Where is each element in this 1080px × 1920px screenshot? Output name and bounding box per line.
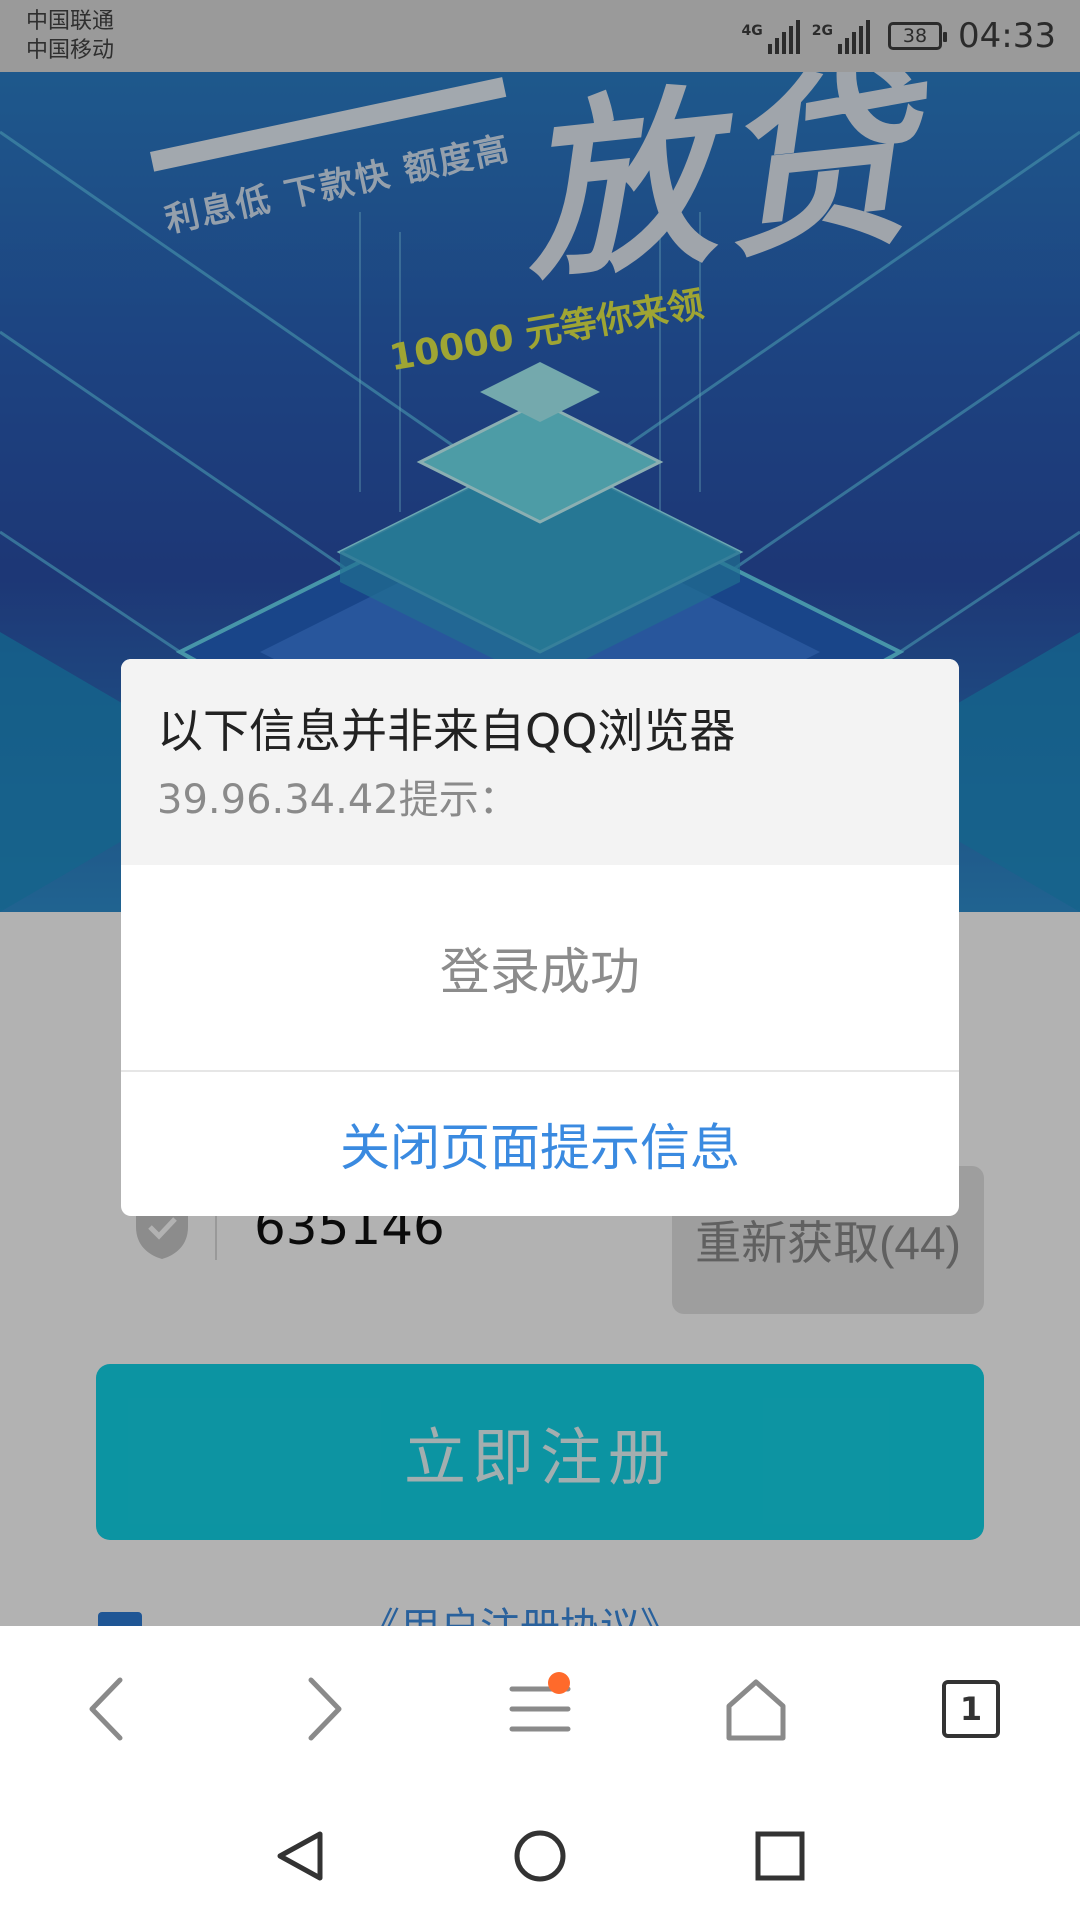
home-icon <box>726 1679 786 1741</box>
signal-4g-icon: 4G <box>742 18 800 54</box>
status-bar: 中国联通 中国移动 4G 2G 38 04:33 <box>0 0 1080 72</box>
menu-button[interactable] <box>480 1626 600 1792</box>
tab-count: 1 <box>959 1690 983 1728</box>
forward-button[interactable] <box>264 1626 384 1792</box>
carrier-2: 中国移动 <box>26 38 115 63</box>
nav-back-icon <box>277 1831 323 1881</box>
back-icon <box>89 1677 123 1741</box>
signal-2g-icon: 2G <box>812 18 871 54</box>
home-button[interactable] <box>696 1626 816 1792</box>
tabs-icon: 1 <box>942 1680 1000 1738</box>
nav-recents-icon <box>755 1831 805 1881</box>
dialog-header: 以下信息并非来自QQ浏览器 39.96.34.42提示： <box>121 659 959 865</box>
dialog-message: 登录成功 <box>121 865 959 1072</box>
forward-icon <box>308 1677 342 1741</box>
nav-back-button[interactable] <box>240 1792 360 1920</box>
alert-dialog: 以下信息并非来自QQ浏览器 39.96.34.42提示： 登录成功 关闭页面提示… <box>121 659 959 1216</box>
carrier-1: 中国联通 <box>26 9 115 34</box>
dialog-source: 39.96.34.42提示： <box>157 777 519 823</box>
browser-toolbar: 1 <box>0 1626 1080 1792</box>
tabs-button[interactable]: 1 <box>911 1626 1031 1792</box>
clock: 04:33 <box>958 16 1056 56</box>
battery-icon: 38 <box>888 22 948 50</box>
status-indicators: 4G 2G 38 04:33 <box>742 12 1056 60</box>
nav-home-button[interactable] <box>480 1792 600 1920</box>
carrier-info: 中国联通 中国移动 <box>26 7 114 65</box>
close-prompt-button[interactable]: 关闭页面提示信息 <box>121 1072 959 1216</box>
nav-home-icon <box>514 1830 566 1882</box>
system-nav-bar <box>0 1792 1080 1920</box>
notification-dot <box>548 1672 570 1694</box>
battery-level: 38 <box>902 25 928 47</box>
back-button[interactable] <box>47 1626 167 1792</box>
nav-recents-button[interactable] <box>720 1792 840 1920</box>
dialog-title: 以下信息并非来自QQ浏览器 <box>157 704 736 758</box>
